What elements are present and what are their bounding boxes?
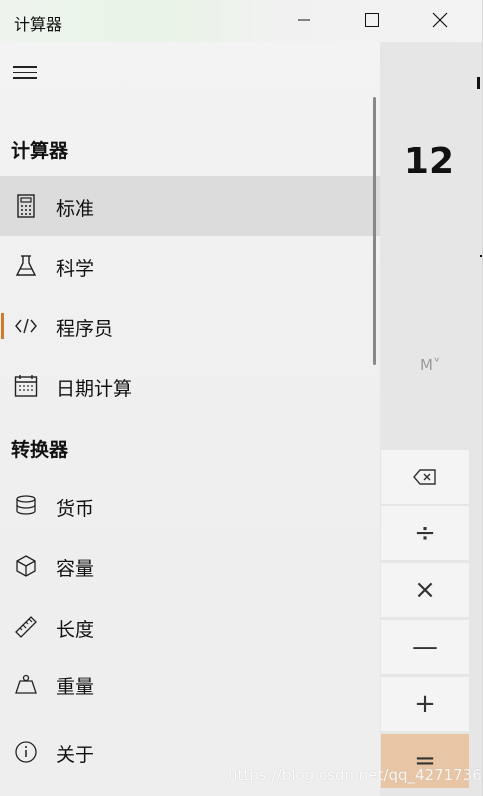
nav-item-currency[interactable]: 货币 [0, 476, 380, 536]
cube-icon [14, 554, 38, 578]
nav-item-label: 程序员 [56, 318, 114, 340]
minus-button[interactable]: — [381, 620, 469, 674]
ruler-icon [14, 615, 38, 639]
calculator-window: 计算器 12 M˅ ÷ × — + = 计算器 标准 科学 程序员 日期计算 转… [0, 0, 483, 796]
nav-scrollbar[interactable] [373, 97, 376, 365]
nav-item-label: 货币 [56, 498, 95, 520]
multiply-button[interactable]: × [381, 563, 469, 617]
nav-item-label: 重量 [56, 676, 95, 698]
navigation-pane: 计算器 标准 科学 程序员 日期计算 转换器 货币 容量 长度 重量 关于 [0, 42, 380, 796]
close-button[interactable] [417, 0, 463, 40]
backspace-button[interactable] [381, 450, 469, 504]
calendar-icon [14, 374, 38, 398]
nav-item-label: 长度 [56, 619, 95, 641]
maximize-icon [365, 13, 379, 27]
flask-icon [14, 254, 38, 278]
calculator-section-header: 计算器 [11, 140, 69, 162]
close-icon [432, 12, 448, 28]
nav-item-label: 日期计算 [56, 378, 133, 400]
plus-button[interactable]: + [381, 677, 469, 731]
title-bar: 计算器 [0, 0, 482, 42]
divide-button[interactable]: ÷ [381, 506, 469, 560]
hamburger-line [13, 77, 37, 79]
coins-icon [14, 494, 38, 518]
nav-item-volume[interactable]: 容量 [0, 536, 380, 596]
display-value: 12 [403, 141, 454, 182]
minimize-icon [298, 19, 310, 21]
code-icon [14, 314, 38, 338]
nav-item-programmer[interactable]: 程序员 [0, 296, 380, 356]
nav-item-label: 标准 [56, 198, 95, 220]
nav-item-label: 容量 [56, 558, 95, 580]
maximize-button[interactable] [349, 0, 395, 40]
hamburger-menu-button[interactable] [13, 66, 37, 82]
info-icon [14, 740, 38, 764]
nav-item-length[interactable]: 长度 [0, 597, 380, 657]
nav-item-standard[interactable]: 标准 [0, 176, 380, 236]
active-indicator [1, 313, 4, 339]
hamburger-line [13, 66, 37, 68]
memory-button[interactable]: M˅ [420, 356, 440, 374]
nav-item-label: 科学 [56, 258, 95, 280]
calculator-icon [14, 194, 38, 218]
converter-section-header: 转换器 [11, 439, 69, 461]
watermark-text: https://blog.csdn.net/qq_42717365 [228, 766, 483, 784]
nav-item-label: 关于 [56, 744, 95, 766]
weight-icon [14, 672, 38, 696]
nav-item-scientific[interactable]: 科学 [0, 236, 380, 296]
history-icon-fragment [477, 77, 480, 89]
hamburger-line [13, 71, 37, 73]
nav-item-weight[interactable]: 重量 [0, 654, 380, 714]
nav-item-date-calculation[interactable]: 日期计算 [0, 356, 380, 416]
backspace-icon [413, 469, 436, 485]
window-title: 计算器 [14, 15, 63, 34]
minimize-button[interactable] [281, 0, 327, 40]
